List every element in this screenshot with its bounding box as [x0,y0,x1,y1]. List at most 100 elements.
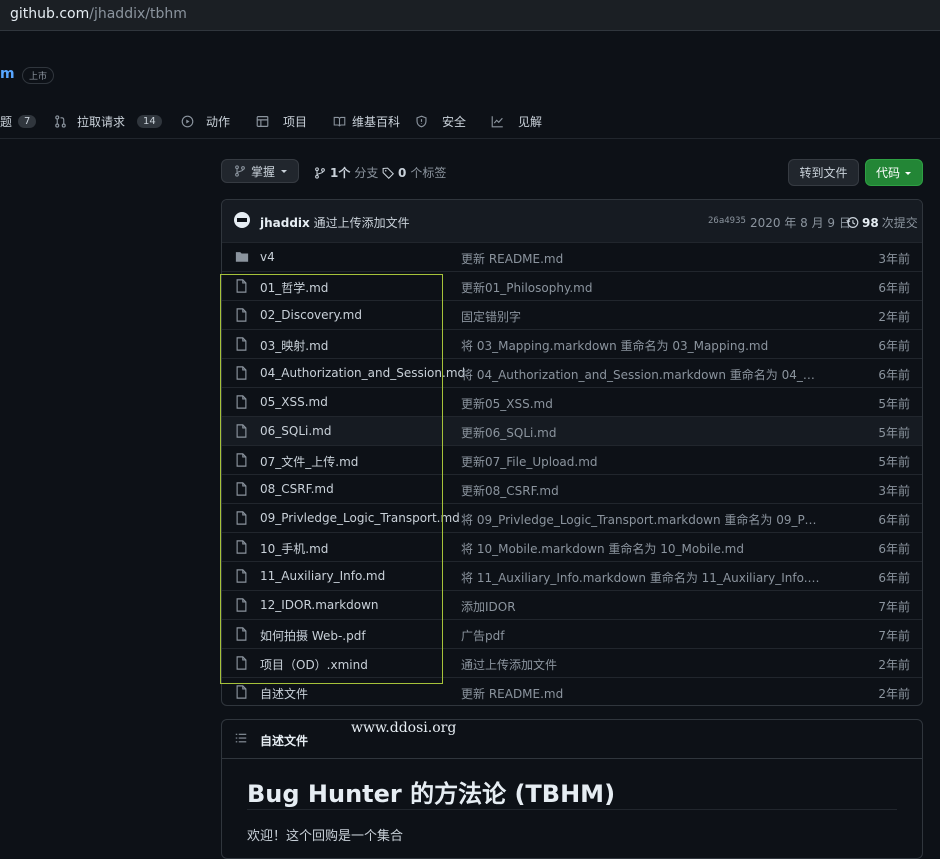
tab-insights[interactable]: 见解 [491,110,542,132]
branch-select-button[interactable]: 掌握 [221,159,299,183]
file-row[interactable]: 08_CSRF.md 更新08_CSRF.md 3年前 [222,474,922,503]
tab-actions[interactable]: 动作 [181,110,230,132]
file-name-link[interactable]: 10_手机.md [260,540,328,557]
file-commit-message-link[interactable]: 更新 README.md [461,685,821,702]
file-row[interactable]: 06_SQLi.md 更新06_SQLi.md 5年前 [222,416,922,445]
file-commit-message-link[interactable]: 通过上传添加文件 [461,656,821,673]
project-table-icon [256,115,269,127]
tab-label: 见解 [518,114,543,129]
branch-name: 掌握 [251,164,276,179]
tab-label: 安全 [442,114,467,129]
file-row[interactable]: 如何拍摄 Web-.pdf 广告pdf 7年前 [222,619,922,648]
file-name-link[interactable]: 09_Privledge_Logic_Transport.md [260,511,460,525]
tab-label: 动作 [206,114,231,129]
file-row[interactable]: 10_手机.md 将 10_Mobile.markdown 重命名为 10_Mob… [222,532,922,561]
tab-wiki[interactable]: 维基百科 [333,110,400,132]
url-text[interactable]: github.com/jhaddix/tbhm [10,6,187,22]
file-name-link[interactable]: v4 [260,250,275,264]
commit-author[interactable]: jhaddix [260,216,310,230]
file-row[interactable]: 02_Discovery.md 固定错别字 2年前 [222,300,922,329]
readme-header: 自述文件 [222,720,922,759]
browser-address-bar[interactable]: github.com/jhaddix/tbhm [0,0,940,31]
file-row[interactable]: 03_映射.md 将 03_Mapping.markdown 重命名为 03_Ma… [222,329,922,358]
avatar[interactable] [234,212,250,228]
watermark: www.ddosi.org [351,720,457,736]
branches-label: 分支 [354,166,379,180]
go-to-file-button[interactable]: 转到文件 [788,159,859,186]
tag-icon [382,167,394,179]
file-row[interactable]: 07_文件_上传.md 更新07_File_Upload.md 5年前 [222,445,922,474]
file-name-link[interactable]: 05_XSS.md [260,395,328,409]
tab-projects[interactable]: 项目 [256,110,307,132]
file-commit-message-link[interactable]: 广告pdf [461,627,821,644]
tab-pull-requests[interactable]: 拉取请求 14 [54,110,162,132]
file-age: 6年前 [878,571,910,585]
file-name-link[interactable]: 自述文件 [260,685,308,702]
file-row[interactable]: v4 更新 README.md 3年前 [222,242,922,271]
file-commit-message-link[interactable]: 更新 README.md [461,250,821,267]
readme-title: Bug Hunter 的方法论 (TBHM) [247,780,616,808]
file-name-link[interactable]: 11_Auxiliary_Info.md [260,569,385,583]
file-name-link[interactable]: 07_文件_上传.md [260,453,358,470]
file-icon [235,627,248,641]
file-age: 5年前 [878,397,910,411]
commit-message[interactable]: 通过上传添加文件 [314,216,410,230]
pull-requests-count: 14 [137,114,162,128]
tab-security[interactable]: 安全 [415,110,466,132]
file-commit-message-link[interactable]: 更新08_CSRF.md [461,482,821,499]
file-commit-message-link[interactable]: 更新01_Philosophy.md [461,279,821,296]
file-row[interactable]: 05_XSS.md 更新05_XSS.md 5年前 [222,387,922,416]
file-name-link[interactable]: 08_CSRF.md [260,482,334,496]
file-row[interactable]: 01_哲学.md 更新01_Philosophy.md 6年前 [222,271,922,300]
file-icon [235,279,248,293]
file-commit-message-link[interactable]: 将 04_Authorization_and_Session.markdown … [461,366,821,383]
file-icon [235,482,248,496]
file-row[interactable]: 自述文件 更新 README.md 2年前 [222,677,922,705]
branches-count: 1个 [330,166,351,180]
file-commit-message-link[interactable]: 将 10_Mobile.markdown 重命名为 10_Mobile.md [461,540,821,557]
file-name-link[interactable]: 04_Authorization_and_Session.md [260,366,465,380]
file-age: 2年前 [878,310,910,324]
file-row[interactable]: 12_IDOR.markdown 添加IDOR 7年前 [222,590,922,619]
file-commit-message-link[interactable]: 将 09_Privledge_Logic_Transport.markdown … [461,511,821,528]
readme-panel: 自述文件 Bug Hunter 的方法论 (TBHM) 欢迎！这个回购是一个集合 [221,719,923,859]
branches-link[interactable]: 1个 分支 [314,164,378,181]
graph-icon [491,115,503,127]
file-age: 6年前 [878,368,910,382]
file-commit-message-link[interactable]: 更新07_File_Upload.md [461,453,821,470]
file-age: 6年前 [878,542,910,556]
file-commit-message-link[interactable]: 添加IDOR [461,598,821,615]
file-commit-message-link[interactable]: 更新05_XSS.md [461,395,821,412]
file-name-link[interactable]: 12_IDOR.markdown [260,598,379,612]
tags-link[interactable]: 0 个标签 [382,164,446,181]
file-name-link[interactable]: 01_哲学.md [260,279,328,296]
file-name-link[interactable]: 02_Discovery.md [260,308,362,322]
file-commit-message-link[interactable]: 更新06_SQLi.md [461,424,821,441]
file-row[interactable]: 11_Auxiliary_Info.md 将 11_Auxiliary_Info.… [222,561,922,590]
file-row[interactable]: 09_Privledge_Logic_Transport.md 将 09_Priv… [222,503,922,532]
tab-issues[interactable]: 题 7 [0,110,37,132]
file-icon [235,685,248,699]
tab-label: 项目 [283,114,308,129]
file-commit-message-link[interactable]: 将 11_Auxiliary_Info.markdown 重命名为 11_Aux… [461,569,821,586]
commit-hash[interactable]: 26a4935 [708,216,746,226]
file-age: 2年前 [878,687,910,701]
code-button-label: 代码 [875,166,900,180]
file-name-link[interactable]: 如何拍摄 Web-.pdf [260,627,366,644]
file-row[interactable]: 04_Authorization_and_Session.md 将 04_Auth… [222,358,922,387]
file-name-link[interactable]: 06_SQLi.md [260,424,331,438]
file-name-link[interactable]: 项目（OD）.xmind [260,656,368,673]
file-commit-message-link[interactable]: 固定错别字 [461,308,821,325]
file-browser: jhaddix 通过上传添加文件 26a4935 2020 年 8 月 9 日 … [221,199,923,706]
history-icon [846,217,859,228]
list-icon[interactable] [235,732,247,744]
file-name-link[interactable]: 03_映射.md [260,337,328,354]
commit-history-link[interactable]: 98 次提交 [846,214,918,231]
code-button[interactable]: 代码 [865,159,923,186]
file-commit-message-link[interactable]: 将 03_Mapping.markdown 重命名为 03_Mapping.md [461,337,821,354]
file-row[interactable]: 项目（OD）.xmind 通过上传添加文件 2年前 [222,648,922,677]
file-age: 7年前 [878,600,910,614]
file-icon [235,366,248,380]
readme-intro: 欢迎！这个回购是一个集合 [247,829,404,844]
repo-name[interactable]: m [0,66,15,82]
